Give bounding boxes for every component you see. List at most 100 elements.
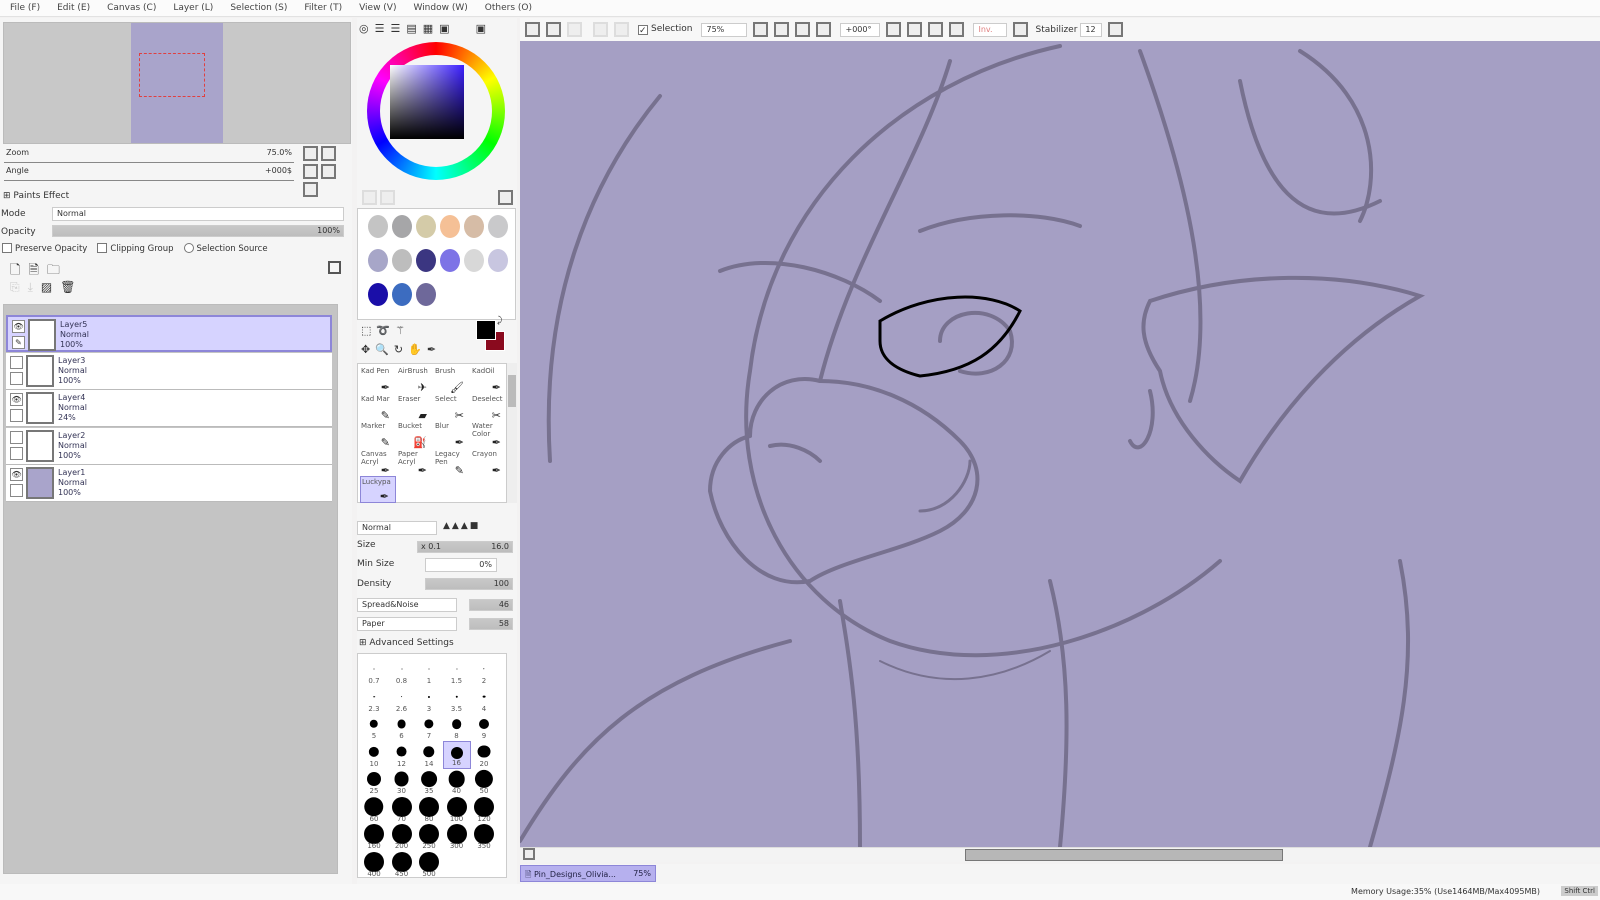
zoom-select[interactable]: 75% [701, 22, 748, 37]
angle-slider[interactable]: Angle +000$ [4, 165, 294, 181]
selection-source-radio[interactable]: Selection Source [183, 243, 268, 254]
clear-layer-icon[interactable]: ▨ [41, 280, 52, 295]
color-swatch[interactable] [416, 215, 436, 238]
brush-size-option[interactable]: 350 [470, 823, 498, 851]
menu-item[interactable]: Filter (T) [304, 0, 351, 16]
color-swatch[interactable] [440, 249, 460, 272]
navigator-viewport[interactable] [139, 53, 205, 97]
tool-kad-pen[interactable]: Kad Pen ✒ [360, 366, 396, 393]
visibility-toggle[interactable]: 👁 [12, 320, 25, 333]
texture-select[interactable]: Spread&Noise [357, 598, 457, 612]
brush-size-option[interactable]: 14 [415, 741, 443, 769]
rotate-left-button[interactable] [303, 164, 318, 179]
brush-size-option[interactable]: 400 [360, 851, 388, 879]
stabilizer-dropdown[interactable] [1108, 22, 1124, 37]
brush-size-option[interactable]: 160 [360, 823, 388, 851]
brush-size-option[interactable]: 8 [443, 713, 471, 741]
color-swatch[interactable] [488, 249, 508, 272]
color-wheel-tab-icon[interactable]: ◎ [359, 22, 369, 35]
brush-size-option[interactable]: 5 [360, 713, 388, 741]
angle-dropdown[interactable] [886, 22, 902, 37]
swatches-tab-icon[interactable]: ▦ [423, 22, 433, 35]
rotate-icon[interactable]: ↻ [394, 343, 403, 356]
angle-select[interactable]: +000° [840, 22, 881, 37]
layer-row[interactable]: 👁 Layer1 Normal 100% [6, 465, 332, 502]
stabilizer-select[interactable]: 12 [1080, 22, 1103, 37]
swatch-menu-button[interactable] [498, 190, 513, 205]
brush-size-option[interactable]: 4 [470, 686, 498, 714]
menu-item[interactable]: Canvas (C) [107, 0, 165, 16]
eyedropper-icon[interactable]: ✒ [427, 343, 436, 356]
layer-lock-toggle[interactable] [10, 446, 23, 460]
opacity-slider[interactable]: 100% [52, 225, 344, 237]
tool-marker[interactable]: Marker ✎ [360, 421, 396, 448]
menu-item[interactable]: Layer (L) [173, 0, 222, 16]
brush-size-option[interactable]: 0.7 [360, 658, 388, 686]
brush-size-option[interactable]: 2.6 [388, 686, 416, 714]
zoom-in-button[interactable] [795, 22, 811, 37]
visibility-toggle[interactable] [10, 355, 23, 369]
document-tab[interactable]: 🗎 Pin_Designs_Olivia... 75% [520, 865, 656, 882]
zoom-in-button[interactable] [321, 146, 336, 161]
blend-mode-select[interactable]: Normal [52, 207, 344, 221]
color-swatch[interactable] [392, 249, 412, 272]
drawing-canvas[interactable] [520, 41, 1600, 847]
min-size-slider[interactable]: 0% [425, 558, 497, 572]
brush-shape-buttons[interactable]: ▲▲▲■ [443, 521, 480, 531]
brush-size-option[interactable]: 250 [415, 823, 443, 851]
brush-size-option[interactable]: 16 [442, 740, 471, 769]
brush-size-option[interactable]: 40 [443, 768, 471, 796]
flip-invert-button[interactable]: Inv. [973, 22, 1008, 37]
tool-bucket[interactable]: Bucket ⛽ [397, 421, 433, 448]
rotate-left-button[interactable] [907, 22, 923, 37]
scratchpad-tab-icon[interactable]: ▣ [439, 22, 449, 35]
mixer-tab-icon[interactable]: ▤ [406, 22, 416, 35]
hand-icon[interactable]: ✋ [408, 343, 422, 356]
transfer-down-icon[interactable]: ⎘ [10, 280, 20, 295]
zoom-fit-button[interactable] [816, 22, 832, 37]
brush-size-option[interactable]: 6 [388, 713, 416, 741]
brush-size-option[interactable]: 120 [470, 796, 498, 824]
tool-luckypa[interactable]: Luckypa ✒ [360, 476, 396, 503]
paper-select[interactable]: Paper [357, 617, 457, 631]
copy-button[interactable] [614, 22, 629, 37]
brush-size-option[interactable]: 200 [388, 823, 416, 851]
navigator-preview[interactable] [3, 22, 351, 144]
preserve-opacity-checkbox[interactable]: Preserve Opacity [2, 243, 87, 254]
brush-size-option[interactable]: 2.3 [360, 686, 388, 714]
layer-row[interactable]: 👁 ✎ Layer5 Normal 100% [6, 315, 332, 352]
brush-size-option[interactable]: 20 [470, 741, 498, 769]
tool-scrollbar[interactable] [507, 363, 517, 503]
tool-kadoil[interactable]: KadOil ✒ [471, 366, 507, 393]
undo-button[interactable] [546, 22, 561, 37]
size-slider[interactable]: x 0.1 16.0 [417, 541, 513, 553]
scrollbar-thumb[interactable] [965, 849, 1283, 861]
menu-item[interactable]: Others (O) [485, 0, 541, 16]
menu-item[interactable]: Edit (E) [57, 0, 99, 16]
layer-row[interactable]: Layer3 Normal 100% [6, 352, 332, 390]
brush-size-option[interactable]: 1 [415, 658, 443, 686]
color-swatch[interactable] [392, 283, 412, 306]
tool-water-color[interactable]: Water Color ✒ [471, 421, 507, 448]
zoom-out-button[interactable] [303, 146, 318, 161]
brush-size-option[interactable]: 100 [443, 796, 471, 824]
color-swatch[interactable] [416, 249, 436, 272]
layer-row[interactable]: Layer2 Normal 100% [6, 427, 332, 465]
swatch-next-button[interactable] [380, 190, 395, 205]
color-swatch[interactable] [392, 215, 412, 238]
visibility-toggle[interactable]: 👁 [10, 393, 23, 406]
brush-size-option[interactable]: 3.5 [443, 686, 471, 714]
tool-deselect[interactable]: Deselect ✂ [471, 394, 507, 421]
color-swatch[interactable] [464, 249, 484, 272]
visibility-toggle[interactable]: 👁 [10, 468, 23, 481]
brush-size-option[interactable]: 3 [415, 686, 443, 714]
menu-item[interactable]: View (V) [359, 0, 405, 16]
layer-lock-toggle[interactable] [10, 484, 23, 497]
color-swatch[interactable] [464, 215, 484, 238]
tool-select[interactable]: Select ✂ [434, 394, 470, 421]
merge-down-icon[interactable]: ⤓ [28, 280, 33, 295]
tool-legacy-pen[interactable]: Legacy Pen ✎ [434, 449, 470, 476]
redo-button[interactable] [567, 22, 582, 37]
stabilizer-icon-button[interactable] [1013, 22, 1029, 37]
visibility-toggle[interactable] [10, 430, 23, 444]
